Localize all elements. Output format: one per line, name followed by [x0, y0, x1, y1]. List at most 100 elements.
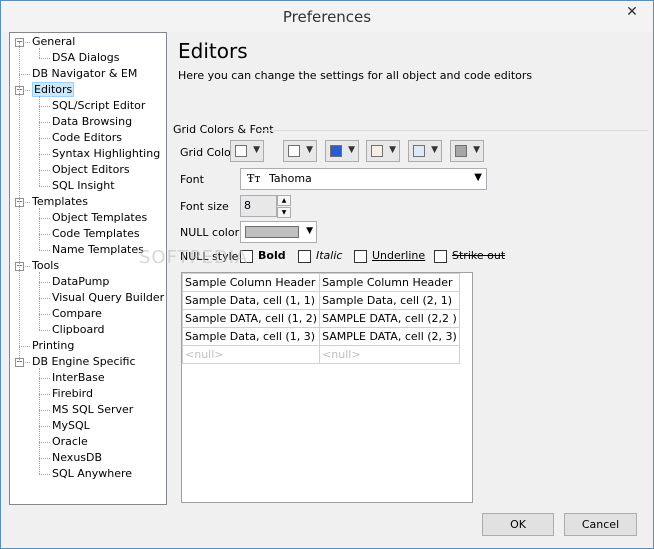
table-cell[interactable]: Sample DATA, cell (1, 2) [181, 309, 321, 328]
tree-item-label: InterBase [52, 371, 105, 384]
tree-item[interactable]: NexusDB [52, 450, 102, 466]
tree-connector [39, 442, 50, 443]
color-swatch [330, 145, 342, 157]
tree-item[interactable]: Printing [32, 338, 74, 354]
sample-grid[interactable]: Sample Column Header Sample Column Header… [181, 272, 473, 503]
tree-connector [39, 96, 40, 186]
tree-item[interactable]: Visual Query Builder [52, 290, 164, 306]
table-cell[interactable]: <null> [181, 345, 321, 364]
tree-connector [39, 458, 50, 459]
grid-color-button[interactable]: ▼ [325, 140, 359, 162]
tree-item-label: MS SQL Server [52, 403, 134, 416]
tree-connector [39, 298, 50, 299]
tree-item-label: Clipboard [52, 323, 105, 336]
font-label: Font [180, 173, 204, 186]
tree-item[interactable]: InterBase [52, 370, 105, 386]
tree-item[interactable]: Data Browsing [52, 114, 132, 130]
tree-item[interactable]: Object Editors [52, 162, 130, 178]
font-select[interactable]: Ŧт Tahoma ▼ [240, 168, 487, 190]
tree-item[interactable]: SQL/Script Editor [52, 98, 145, 114]
table-row[interactable]: Sample Data, cell (1, 1) Sample Data, cel… [181, 291, 460, 310]
page-subtitle: Here you can change the settings for all… [178, 69, 533, 82]
tree-item[interactable]: Clipboard [52, 322, 105, 338]
tree-item[interactable]: Templates [32, 194, 88, 210]
tree-connector [39, 58, 50, 59]
chevron-down-icon: ▼ [473, 145, 480, 155]
tree-item[interactable]: Syntax Highlighting [52, 146, 160, 162]
tree-item[interactable]: DB Navigator & EM [32, 66, 137, 82]
font-size-spinner: ▲ ▼ [277, 195, 291, 218]
table-cell[interactable]: Sample Data, cell (1, 3) [181, 327, 321, 346]
tree-connector [39, 218, 50, 219]
table-cell[interactable]: Sample Data, cell (2, 1) [319, 291, 460, 310]
bold-label: Bold [258, 249, 286, 262]
tree-item[interactable]: Firebird [52, 386, 93, 402]
tree-connector [39, 368, 40, 474]
tree-item[interactable]: DSA Dialogs [52, 50, 119, 66]
null-color-picker[interactable]: ▼ [240, 221, 317, 243]
tree-item[interactable]: DataPump [52, 274, 109, 290]
tree-item[interactable]: MS SQL Server [52, 402, 133, 418]
underline-label: Underline [372, 249, 426, 262]
tree-item-label: DB Navigator & EM [32, 67, 138, 80]
tree-connector [39, 330, 50, 331]
tree-item-label: Syntax Highlighting [52, 147, 161, 160]
tree-item[interactable]: Object Templates [52, 210, 147, 226]
grid-color-button[interactable]: ▼ [408, 140, 442, 162]
tree-item-label: Visual Query Builder [52, 291, 165, 304]
table-cell[interactable]: Sample Data, cell (1, 1) [181, 291, 321, 310]
table-cell[interactable]: SAMPLE DATA, cell (2,2 ) [319, 309, 460, 328]
table-row[interactable]: <null> <null> [181, 345, 460, 364]
truetype-font-icon: Ŧт [247, 172, 261, 185]
tree-connector [39, 410, 50, 411]
table-cell[interactable]: SAMPLE DATA, cell (2, 3) [319, 327, 460, 346]
table-row[interactable]: Sample Data, cell (1, 3) SAMPLE DATA, cel… [181, 327, 460, 346]
tree-item[interactable]: Oracle [52, 434, 88, 450]
tree-item-label: DSA Dialogs [52, 51, 120, 64]
italic-label: Italic [316, 249, 343, 262]
grid-color-button[interactable]: ▼ [450, 140, 484, 162]
tree-item-label: MySQL [52, 419, 90, 432]
tree-connector [39, 282, 50, 283]
tree-item[interactable]: MySQL [52, 418, 90, 434]
grid-color-button[interactable]: ▼ [366, 140, 400, 162]
tree-item[interactable]: SQL Insight [52, 178, 115, 194]
column-header[interactable]: Sample Column Header [181, 273, 321, 292]
tree-item-label: SQL/Script Editor [52, 99, 146, 112]
column-header[interactable]: Sample Column Header [319, 273, 460, 292]
color-swatch [288, 145, 300, 157]
preferences-tree[interactable]: General − DSA Dialogs DB Navigator & EM Edit… [9, 32, 167, 505]
cancel-button[interactable]: Cancel [564, 513, 637, 536]
tree-item[interactable]: Compare [52, 306, 102, 322]
group-divider [258, 130, 648, 131]
table-cell[interactable]: <null> [319, 345, 460, 364]
tree-item-label: Templates [32, 195, 88, 208]
sample-table: Sample Column Header Sample Column Header… [181, 273, 460, 364]
font-size-input[interactable]: 8 [240, 195, 277, 217]
tree-item-label: DB Engine Specific [32, 355, 136, 368]
tree-item[interactable]: Name Templates [52, 242, 144, 258]
font-size-label: Font size [180, 200, 229, 213]
grid-color-button[interactable]: ▼ [230, 140, 264, 162]
tree-item-label: Code Editors [52, 131, 122, 144]
tree-item[interactable]: DB Engine Specific [32, 354, 136, 370]
font-size-value: 8 [244, 199, 251, 212]
ok-button[interactable]: OK [482, 513, 554, 536]
tree-item[interactable]: Code Templates [52, 226, 140, 242]
tree-item[interactable]: Tools [32, 258, 59, 274]
grid-color-button[interactable]: ▼ [283, 140, 317, 162]
tree-item-label: SQL Insight [52, 179, 115, 192]
table-row[interactable]: Sample DATA, cell (1, 2) SAMPLE DATA, cel… [181, 309, 460, 328]
tree-item[interactable]: Code Editors [52, 130, 122, 146]
underline-checkbox[interactable] [354, 250, 367, 263]
spin-down-button[interactable]: ▼ [277, 207, 291, 218]
italic-checkbox[interactable] [298, 250, 311, 263]
tree-item-label: Object Templates [52, 211, 148, 224]
tree-item[interactable]: SQL Anywhere [52, 466, 132, 482]
strikeout-checkbox[interactable] [434, 250, 447, 263]
color-swatch [235, 145, 247, 157]
spin-up-button[interactable]: ▲ [277, 195, 291, 206]
tree-item-label: Code Templates [52, 227, 140, 240]
tree-connector [39, 122, 50, 123]
close-button[interactable]: ✕ [615, 2, 649, 22]
